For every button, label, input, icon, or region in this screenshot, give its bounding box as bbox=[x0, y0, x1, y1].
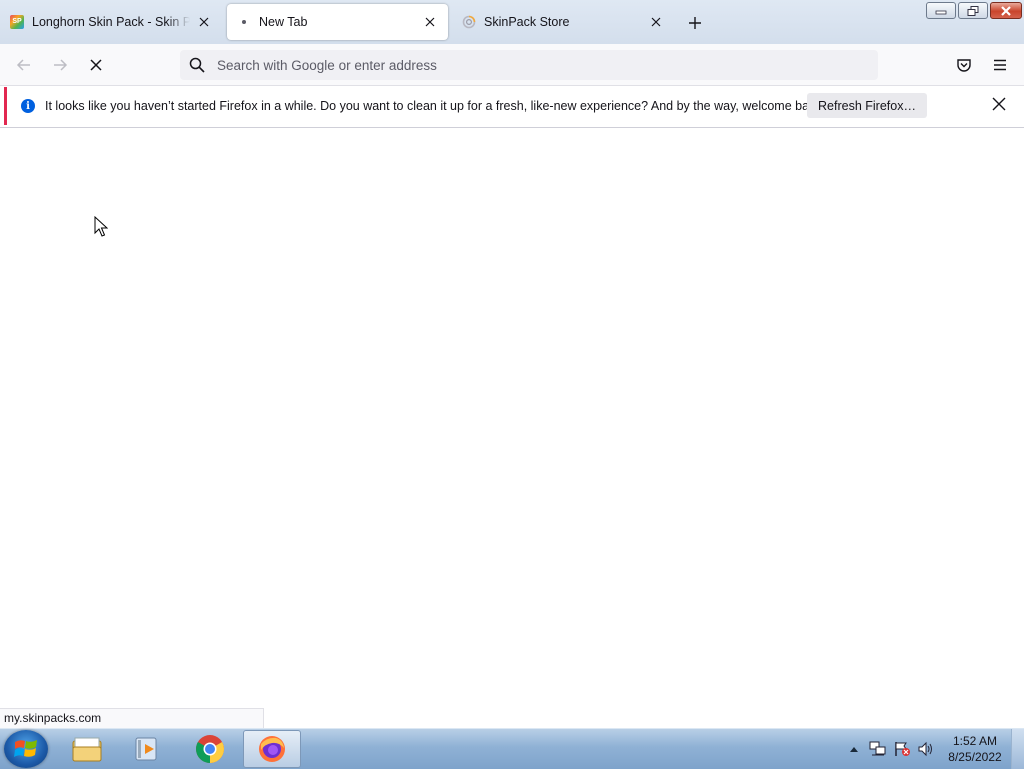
forward-button[interactable] bbox=[48, 53, 72, 77]
tab-title: New Tab bbox=[259, 15, 308, 29]
taskbar-firefox[interactable] bbox=[243, 730, 301, 768]
chrome-icon bbox=[196, 735, 224, 763]
close-tab-icon[interactable] bbox=[422, 14, 438, 30]
url-input[interactable] bbox=[215, 56, 859, 74]
stop-loading-icon bbox=[90, 59, 102, 71]
search-icon bbox=[188, 56, 206, 74]
restore-icon bbox=[967, 5, 979, 16]
loading-dot-icon bbox=[237, 15, 251, 29]
close-tab-icon[interactable] bbox=[648, 14, 664, 30]
close-icon bbox=[1001, 5, 1011, 16]
tab-skinpack-store[interactable]: SkinPack Store bbox=[452, 4, 674, 40]
system-tray: 1:52 AM 8/25/2022 bbox=[844, 729, 1024, 769]
minimize-button[interactable] bbox=[926, 2, 956, 19]
refresh-firefox-notification: i It looks like you haven’t started Fire… bbox=[4, 87, 1024, 125]
close-icon bbox=[992, 97, 1006, 111]
mouse-cursor-icon bbox=[94, 216, 108, 237]
show-desktop-button[interactable] bbox=[1011, 729, 1024, 769]
start-button[interactable] bbox=[4, 730, 48, 768]
action-center-flag-icon[interactable] bbox=[892, 739, 912, 759]
info-icon: i bbox=[21, 99, 35, 113]
tab-longhorn-skin-pack[interactable]: SP Longhorn Skin Pack - Skin Pack bbox=[0, 4, 222, 40]
hamburger-menu-icon bbox=[994, 59, 1006, 71]
plus-icon bbox=[689, 17, 701, 29]
system-clock[interactable]: 1:52 AM 8/25/2022 bbox=[940, 733, 1010, 765]
skinpack-logo-icon: SP bbox=[10, 15, 24, 29]
firefox-window: SP Longhorn Skin Pack - Skin Pack New Ta… bbox=[0, 0, 1024, 728]
windows-taskbar: 1:52 AM 8/25/2022 bbox=[0, 728, 1024, 769]
taskbar-chrome[interactable] bbox=[181, 730, 239, 768]
refresh-firefox-button[interactable]: Refresh Firefox… bbox=[807, 93, 927, 118]
clock-time: 1:52 AM bbox=[952, 734, 998, 748]
restore-button[interactable] bbox=[958, 2, 988, 19]
page-content[interactable] bbox=[0, 128, 1024, 708]
close-notification-button[interactable] bbox=[992, 97, 1008, 113]
new-tab-button[interactable] bbox=[684, 12, 706, 34]
clock-date: 8/25/2022 bbox=[948, 750, 1002, 764]
taskbar-media-player[interactable] bbox=[118, 730, 176, 768]
loading-spinner-icon bbox=[462, 15, 476, 29]
forward-arrow-icon bbox=[54, 59, 68, 71]
chevron-up-icon bbox=[850, 747, 858, 752]
tab-title: SkinPack Store bbox=[484, 15, 570, 29]
taskbar-windows-explorer[interactable] bbox=[58, 730, 116, 768]
network-icon[interactable] bbox=[868, 739, 888, 759]
pocket-icon bbox=[957, 59, 971, 72]
show-hidden-icons-button[interactable] bbox=[844, 739, 864, 759]
notification-message: It looks like you haven’t started Firefo… bbox=[45, 99, 826, 113]
back-button[interactable] bbox=[12, 53, 36, 77]
stop-button[interactable] bbox=[84, 53, 108, 77]
volume-icon[interactable] bbox=[916, 739, 936, 759]
back-arrow-icon bbox=[16, 59, 30, 71]
window-caption-buttons bbox=[926, 2, 1022, 19]
tab-new-tab[interactable]: New Tab bbox=[227, 4, 448, 40]
status-panel-url: my.skinpacks.com bbox=[0, 708, 264, 728]
firefox-icon bbox=[259, 736, 285, 762]
address-bar[interactable] bbox=[180, 50, 878, 80]
media-player-icon bbox=[135, 737, 157, 761]
windows-logo-icon bbox=[14, 740, 37, 757]
tab-strip: SP Longhorn Skin Pack - Skin Pack New Ta… bbox=[0, 0, 1024, 44]
close-window-button[interactable] bbox=[990, 2, 1022, 19]
windows-explorer-icon bbox=[72, 737, 102, 762]
close-tab-icon[interactable] bbox=[196, 14, 212, 30]
app-menu-button[interactable] bbox=[988, 53, 1012, 77]
minimize-icon bbox=[935, 10, 947, 14]
navigation-toolbar bbox=[0, 44, 1024, 86]
pocket-button[interactable] bbox=[952, 53, 976, 77]
tab-title: Longhorn Skin Pack - Skin Pack bbox=[32, 15, 190, 29]
